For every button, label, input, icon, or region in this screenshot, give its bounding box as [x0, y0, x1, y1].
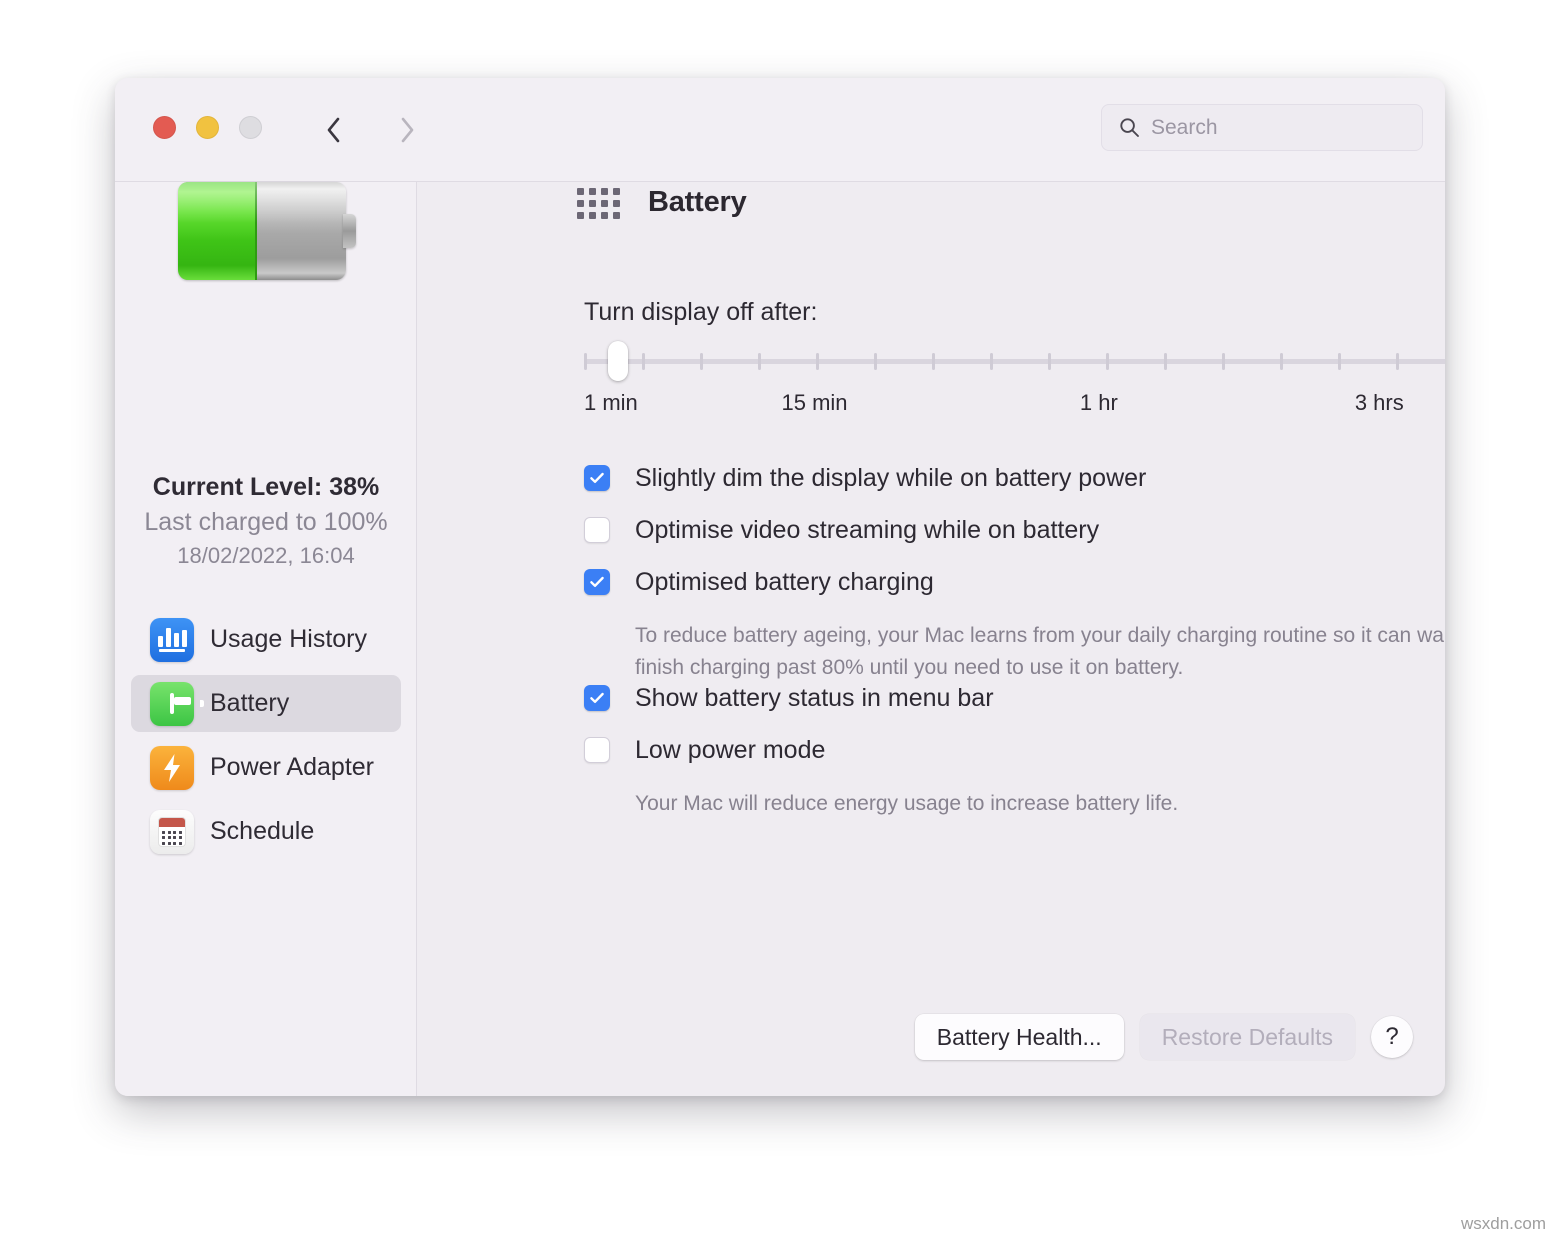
turn-display-off-slider[interactable]: [584, 345, 1445, 377]
last-charged-datetime: 18/02/2022, 16:04: [115, 543, 417, 569]
battery-glyph-terminal: [200, 700, 204, 707]
option-label: Show battery status in menu bar: [635, 684, 994, 712]
close-button[interactable]: [153, 116, 176, 139]
battery-graphic: [178, 182, 354, 280]
schedule-icon: [150, 810, 194, 854]
forward-button: [387, 108, 427, 152]
option-row[interactable]: Optimise video streaming while on batter…: [584, 516, 1445, 556]
footer-buttons: Battery Health... Restore Defaults ?: [915, 1014, 1413, 1060]
option-description: To reduce battery ageing, your Mac learn…: [635, 620, 1445, 684]
option-row[interactable]: Show battery status in menu bar: [584, 684, 1445, 724]
window-toolbar: Battery: [115, 78, 1445, 182]
slider-tick: [1164, 353, 1167, 370]
calendar-header: [159, 818, 185, 827]
battery-options-list: Slightly dim the display while on batter…: [584, 464, 1445, 820]
battery-gloss: [178, 182, 346, 223]
battery-body: [178, 182, 346, 280]
bar-chart-baseline: [159, 649, 185, 652]
slider-tick-label: 15 min: [781, 390, 847, 416]
slider-tick: [1222, 353, 1225, 370]
chevron-left-icon: [326, 117, 341, 143]
sidebar-item-label: Schedule: [210, 817, 314, 846]
sidebar-item-battery[interactable]: Battery: [131, 675, 401, 732]
slider-tick: [1396, 353, 1399, 370]
watermark: wsxdn.com: [1461, 1214, 1546, 1234]
slider-tick: [990, 353, 993, 370]
slider-tick-label: 1 hr: [1080, 390, 1118, 416]
main-pane: Turn display off after: 1 min 15 min 1 hr 3…: [418, 182, 1445, 1096]
slider-tick: [874, 353, 877, 370]
option-label: Slightly dim the display while on batter…: [635, 464, 1146, 492]
battery-status-text: Current Level: 38% Last charged to 100% …: [115, 473, 417, 569]
turn-display-off-label: Turn display off after:: [584, 298, 817, 327]
calendar-dots: [162, 831, 182, 845]
search-icon: [1119, 117, 1140, 138]
sidebar-item-schedule[interactable]: Schedule: [131, 803, 401, 860]
chevron-right-icon: [400, 117, 415, 143]
restore-defaults-button: Restore Defaults: [1140, 1014, 1355, 1060]
current-level-label: Current Level: 38%: [115, 473, 417, 502]
calendar-glyph: [158, 817, 186, 847]
search-input[interactable]: [1151, 116, 1391, 140]
option-row[interactable]: Slightly dim the display while on batter…: [584, 464, 1445, 504]
help-button[interactable]: ?: [1371, 1016, 1413, 1058]
search-field[interactable]: [1101, 104, 1423, 151]
power-adapter-icon: [150, 746, 194, 790]
slider-tick: [584, 353, 587, 370]
battery-terminal: [343, 214, 356, 248]
minimise-button[interactable]: [196, 116, 219, 139]
option-description: Your Mac will reduce energy usage to inc…: [635, 788, 1445, 820]
slider-tick: [1338, 353, 1341, 370]
usage-history-icon: [150, 618, 194, 662]
slider-tick-label: 1 min: [584, 390, 638, 416]
lightning-bolt-glyph: [162, 753, 182, 783]
last-charged-label: Last charged to 100%: [115, 508, 417, 537]
slider-tick: [1280, 353, 1283, 370]
sidebar-item-usage-history[interactable]: Usage History: [131, 611, 401, 668]
battery-icon: [150, 682, 194, 726]
slider-track: [584, 359, 1445, 364]
battery-glyph: [170, 693, 174, 714]
back-button[interactable]: [313, 108, 353, 152]
slider-tick: [1106, 353, 1109, 370]
sidebar-item-power-adapter[interactable]: Power Adapter: [131, 739, 401, 796]
checkbox[interactable]: [584, 517, 610, 543]
battery-health-button[interactable]: Battery Health...: [915, 1014, 1124, 1060]
option-row[interactable]: Low power mode: [584, 736, 1445, 776]
sidebar-item-label: Battery: [210, 689, 289, 718]
checkbox[interactable]: [584, 569, 610, 595]
slider-tick-label: 3 hrs: [1355, 390, 1404, 416]
slider-tick-labels: 1 min15 min1 hr3 hrsNever: [584, 390, 1445, 420]
option-label: Optimise video streaming while on batter…: [635, 516, 1099, 544]
bar-chart-glyph: [158, 627, 187, 647]
checkbox[interactable]: [584, 737, 610, 763]
slider-tick: [932, 353, 935, 370]
option-label: Low power mode: [635, 736, 825, 764]
sidebar-item-label: Usage History: [210, 625, 367, 654]
traffic-lights: [153, 116, 262, 139]
checkbox[interactable]: [584, 465, 610, 491]
system-preferences-window: Battery Current Level: 38% L: [115, 78, 1445, 1096]
slider-tick: [1048, 353, 1051, 370]
sidebar-item-label: Power Adapter: [210, 753, 374, 782]
slider-tick: [758, 353, 761, 370]
sidebar-nav: Usage History Battery Power Adapter: [115, 611, 417, 867]
slider-thumb[interactable]: [608, 341, 628, 381]
option-row[interactable]: Optimised battery charging: [584, 568, 1445, 608]
battery-illustration: [115, 182, 417, 280]
slider-tick: [642, 353, 645, 370]
zoom-button: [239, 116, 262, 139]
slider-tick: [816, 353, 819, 370]
screenshot-root: Battery Current Level: 38% L: [0, 0, 1560, 1244]
option-label: Optimised battery charging: [635, 568, 934, 596]
slider-tick: [700, 353, 703, 370]
checkbox[interactable]: [584, 685, 610, 711]
